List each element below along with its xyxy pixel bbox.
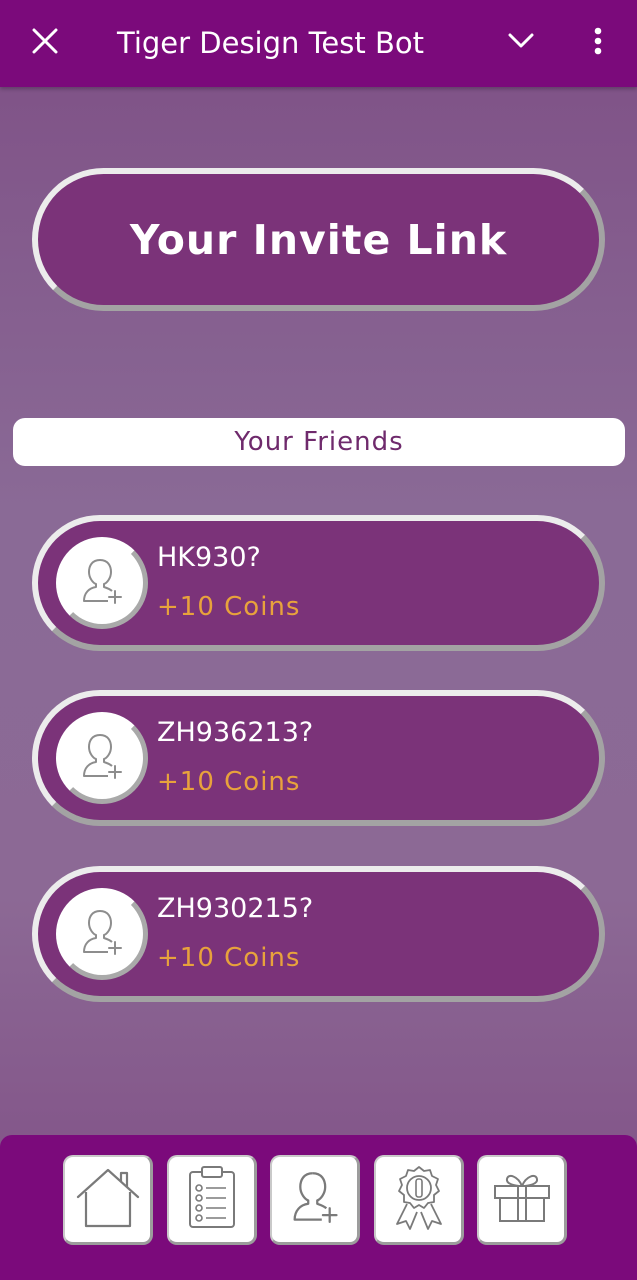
close-icon xyxy=(32,28,58,59)
top-bar: Tiger Design Test Bot xyxy=(0,0,637,87)
avatar xyxy=(56,712,148,804)
nav-tasks-button[interactable] xyxy=(167,1155,257,1245)
friend-reward: +10 Coins xyxy=(157,767,301,797)
more-menu-button[interactable] xyxy=(573,18,623,68)
nav-friends-button[interactable] xyxy=(270,1155,360,1245)
add-friend-icon xyxy=(79,556,125,611)
friend-reward: +10 Coins xyxy=(157,943,301,973)
collapse-button[interactable] xyxy=(496,18,546,68)
friend-list-item[interactable]: HK930? +10 Coins xyxy=(32,515,605,651)
friend-list-item[interactable]: ZH930215? +10 Coins xyxy=(32,866,605,1002)
friend-name: ZH930215? xyxy=(157,893,314,924)
chevron-down-icon xyxy=(508,33,534,54)
add-friend-icon xyxy=(289,1168,341,1231)
nav-home-button[interactable] xyxy=(63,1155,153,1245)
add-friend-icon xyxy=(79,907,125,962)
avatar xyxy=(56,537,148,629)
tasks-clipboard-icon xyxy=(184,1164,240,1235)
invite-link-label: Your Invite Link xyxy=(129,215,508,264)
bottom-nav xyxy=(0,1135,637,1280)
friend-reward: +10 Coins xyxy=(157,592,301,622)
gift-icon xyxy=(491,1170,553,1229)
friend-list-item[interactable]: ZH936213? +10 Coins xyxy=(32,690,605,826)
page-title: Tiger Design Test Bot xyxy=(117,26,424,60)
friend-name: HK930? xyxy=(157,542,261,573)
friends-header-label: Your Friends xyxy=(234,427,404,457)
close-button[interactable] xyxy=(20,18,70,68)
nav-gift-button[interactable] xyxy=(477,1155,567,1245)
more-vertical-icon xyxy=(594,27,602,60)
friends-section-header: Your Friends xyxy=(13,418,625,466)
add-friend-icon xyxy=(79,731,125,786)
award-badge-icon xyxy=(389,1164,449,1235)
nav-rewards-button[interactable] xyxy=(374,1155,464,1245)
friend-name: ZH936213? xyxy=(157,717,314,748)
avatar xyxy=(56,888,148,980)
invite-link-button[interactable]: Your Invite Link xyxy=(32,168,605,311)
home-icon xyxy=(73,1162,143,1237)
